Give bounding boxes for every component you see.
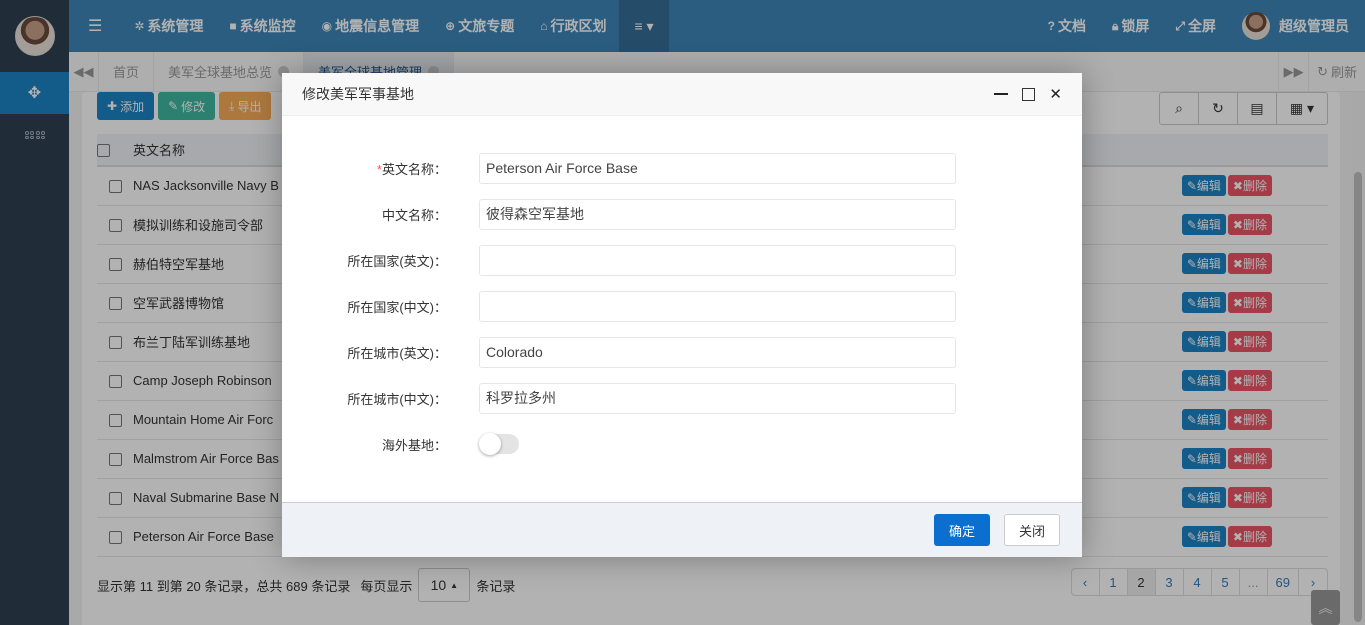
form-row: 所在国家(英文)： bbox=[282, 237, 1082, 283]
field-label: *英文名称： bbox=[282, 159, 479, 178]
field-label-text: 所在城市(英文)： bbox=[347, 345, 447, 361]
minimize-icon[interactable] bbox=[994, 93, 1009, 95]
field-label-text: 中文名称： bbox=[381, 207, 447, 223]
field-label-text: 所在城市(中文)： bbox=[347, 391, 447, 407]
field-input[interactable] bbox=[479, 244, 956, 276]
dialog-footer: 确定 关闭 bbox=[282, 502, 1082, 557]
field-label-text: 所在国家(英文)： bbox=[347, 253, 447, 269]
form-row: 所在城市(中文)： 科罗拉多州 bbox=[282, 375, 1082, 421]
dialog-header: 修改美军军事基地 ✕ bbox=[282, 73, 1082, 116]
field-label: 所在国家(英文)： bbox=[282, 251, 479, 270]
dialog-controls: ✕ bbox=[994, 85, 1062, 103]
field-input[interactable]: Colorado bbox=[479, 336, 956, 368]
overseas-toggle[interactable] bbox=[479, 433, 519, 455]
edit-base-form: *英文名称： Peterson Air Force Base 中文名称： 彼得森空军基… bbox=[282, 116, 1082, 421]
field-label-text: 英文名称： bbox=[381, 161, 447, 177]
field-input[interactable] bbox=[479, 290, 956, 322]
form-row: 中文名称： 彼得森空军基地 bbox=[282, 191, 1082, 237]
edit-base-dialog: 修改美军军事基地 ✕ *英文名称： Peterson Air Force Base… bbox=[282, 73, 1082, 557]
field-label: 所在城市(中文)： bbox=[282, 389, 479, 408]
form-row-overseas: 海外基地： bbox=[282, 421, 1082, 467]
field-label: 所在国家(中文)： bbox=[282, 297, 479, 316]
dialog-title: 修改美军军事基地 bbox=[302, 86, 414, 102]
toggle-knob bbox=[479, 433, 501, 455]
form-row: 所在城市(英文)： Colorado bbox=[282, 329, 1082, 375]
overseas-label: 海外基地： bbox=[381, 437, 447, 453]
maximize-icon[interactable] bbox=[1022, 87, 1036, 101]
field-label: 所在城市(英文)： bbox=[282, 343, 479, 362]
close-icon[interactable]: ✕ bbox=[1049, 85, 1062, 103]
confirm-button[interactable]: 确定 bbox=[934, 514, 990, 546]
field-input[interactable]: Peterson Air Force Base bbox=[479, 152, 956, 184]
field-label-text: 所在国家(中文)： bbox=[347, 299, 447, 315]
form-row: 所在国家(中文)： bbox=[282, 283, 1082, 329]
field-input[interactable]: 科罗拉多州 bbox=[479, 382, 956, 414]
close-button[interactable]: 关闭 bbox=[1004, 514, 1060, 546]
field-label: 中文名称： bbox=[282, 205, 479, 224]
field-input[interactable]: 彼得森空军基地 bbox=[479, 198, 956, 230]
form-row: *英文名称： Peterson Air Force Base bbox=[282, 145, 1082, 191]
